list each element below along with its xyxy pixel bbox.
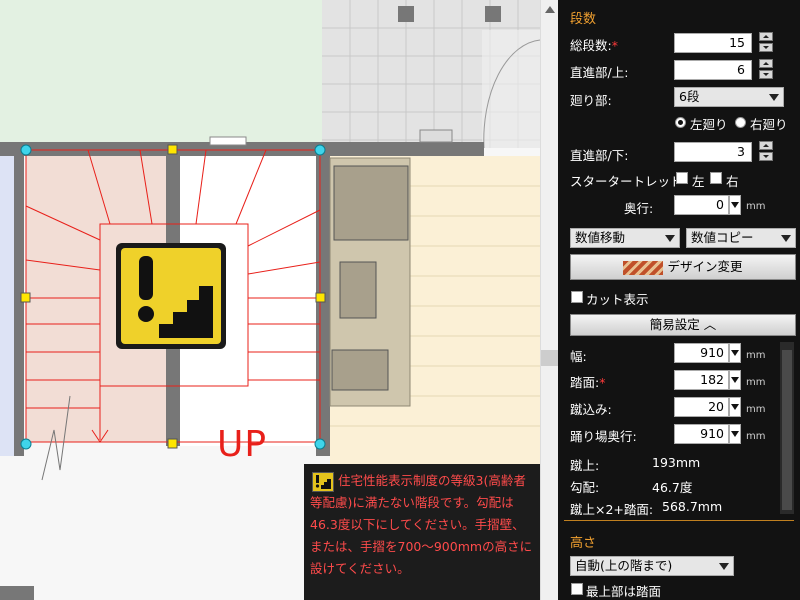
height-mode-select[interactable]: 自動(上の階まで)	[570, 556, 734, 576]
radio-left-turn-label: 左廻り	[690, 117, 728, 132]
starter-left-label: 左	[692, 174, 705, 189]
design-change-button[interactable]: デザイン変更	[570, 254, 796, 280]
chevron-up-icon: ︿	[699, 317, 717, 332]
straight-upper-label: 直進部/上:	[570, 65, 629, 80]
landing-depth-unit: mm	[746, 431, 766, 442]
tread-input[interactable]: 182	[674, 370, 729, 390]
width-label: 幅:	[570, 349, 587, 364]
straight-lower-spinner[interactable]	[759, 141, 773, 161]
stairs-icon	[623, 260, 664, 275]
total-steps-label: 総段数:*	[570, 38, 618, 53]
starter-right-label: 右	[726, 174, 739, 189]
starter-tread-label: スタータートレッド	[570, 174, 683, 189]
section-divider	[564, 520, 794, 521]
landing-depth-label: 踊り場奥行:	[570, 429, 637, 444]
stair-direction-label: UP	[217, 424, 268, 465]
cut-display-label: カット表示	[586, 292, 649, 307]
depth-unit: mm	[746, 201, 766, 212]
numeric-move-select[interactable]: 数値移動	[570, 228, 680, 248]
depth-dropdown-button[interactable]	[729, 195, 741, 215]
straight-upper-input[interactable]: 6	[674, 60, 752, 80]
panel-scroll-thumb[interactable]	[782, 350, 792, 510]
radio-right-turn-label: 右廻り	[750, 117, 788, 132]
warning-message: 住宅性能表示制度の等級3(高齢者等配慮)に満たない階段です。勾配は46.3度以下…	[310, 473, 533, 576]
panel-scrollbar[interactable]	[780, 342, 794, 514]
riser-value: 193mm	[652, 455, 701, 470]
nosing-label: 蹴込み:	[570, 402, 612, 417]
simple-settings-button[interactable]: 簡易設定 ︿	[570, 314, 796, 336]
formula-label: 蹴上×2+踏面:	[570, 502, 654, 517]
tread-label: 踏面:*	[570, 375, 606, 390]
winder-label: 廻り部:	[570, 93, 612, 108]
stair-properties-panel: 段数 総段数:* 15 直進部/上: 6 廻り部: 6段 左廻り 右廻り 直進部…	[558, 0, 800, 600]
slope-value: 46.7度	[652, 480, 693, 495]
landing-depth-input[interactable]: 910	[674, 424, 729, 444]
slope-label: 勾配:	[570, 480, 600, 495]
warning-tooltip: 住宅性能表示制度の等級3(高齢者等配慮)に満たない階段です。勾配は46.3度以下…	[304, 464, 542, 600]
tread-unit: mm	[746, 377, 766, 388]
scroll-thumb[interactable]	[541, 350, 558, 366]
cut-display-checkbox[interactable]	[571, 291, 583, 303]
straight-lower-input[interactable]: 3	[674, 142, 752, 162]
width-input[interactable]: 910	[674, 343, 729, 363]
landing-depth-dropdown-button[interactable]	[729, 424, 741, 444]
stair-warning-icon[interactable]	[115, 242, 227, 350]
radio-right-turn[interactable]	[735, 117, 746, 128]
scroll-up-icon[interactable]	[545, 6, 555, 13]
formula-value: 568.7mm	[662, 499, 723, 514]
starter-left-checkbox[interactable]	[676, 172, 688, 184]
nosing-input[interactable]: 20	[674, 397, 729, 417]
width-dropdown-button[interactable]	[729, 343, 741, 363]
winder-select[interactable]: 6段	[674, 87, 784, 107]
riser-label: 蹴上:	[570, 458, 600, 473]
radio-left-turn[interactable]	[675, 117, 686, 128]
numeric-copy-select[interactable]: 数値コピー	[686, 228, 796, 248]
depth-input[interactable]: 0	[674, 195, 729, 215]
warning-icon	[312, 472, 334, 492]
canvas-scrollbar[interactable]	[540, 0, 558, 600]
straight-lower-label: 直進部/下:	[570, 148, 629, 163]
nosing-unit: mm	[746, 404, 766, 415]
total-steps-spinner[interactable]	[759, 32, 773, 52]
starter-right-checkbox[interactable]	[710, 172, 722, 184]
floor-plan-canvas[interactable]: UP 住宅性能表示制度の等級3(高齢者等配慮)に満たない階段です。勾配は46.3…	[0, 0, 558, 600]
section-title-height: 高さ	[570, 536, 597, 551]
nosing-dropdown-button[interactable]	[729, 397, 741, 417]
straight-upper-spinner[interactable]	[759, 59, 773, 79]
section-title-steps: 段数	[570, 12, 597, 27]
total-steps-input[interactable]: 15	[674, 33, 752, 53]
width-unit: mm	[746, 350, 766, 361]
tread-dropdown-button[interactable]	[729, 370, 741, 390]
top-tread-checkbox[interactable]	[571, 583, 583, 595]
depth-label: 奥行:	[624, 201, 654, 216]
top-tread-label: 最上部は踏面	[586, 584, 662, 599]
